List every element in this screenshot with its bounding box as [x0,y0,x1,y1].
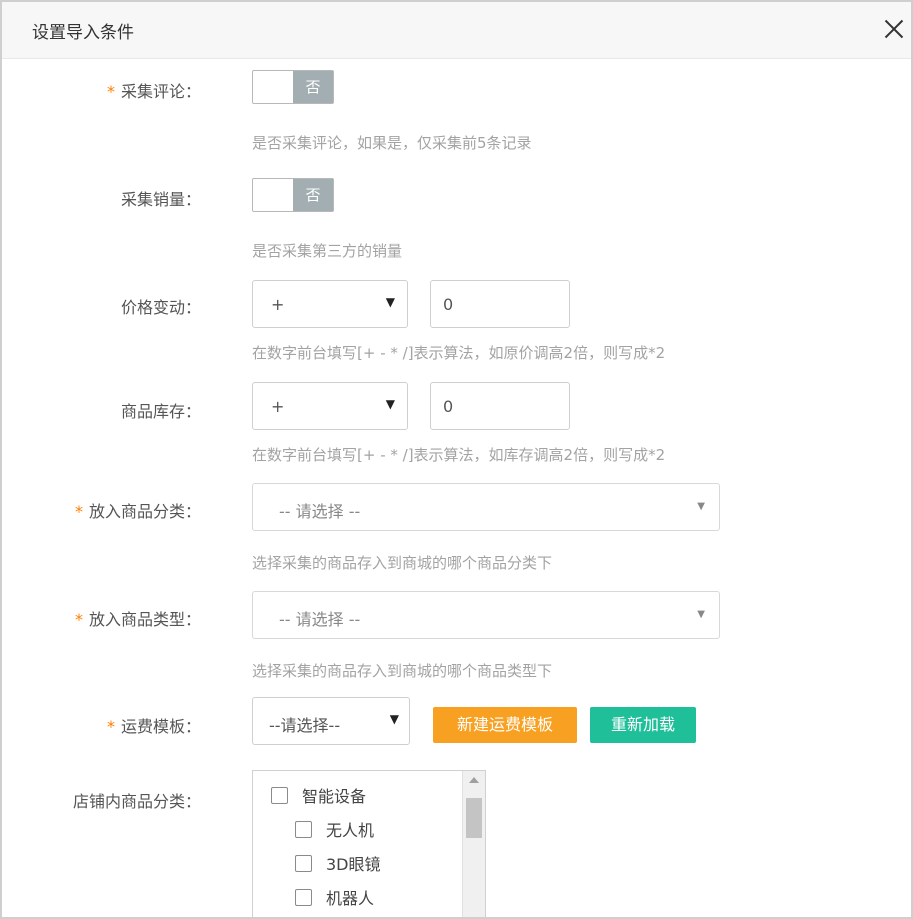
tree-item-label: 3D眼镜 [326,855,381,874]
tree-item-label: 机器人 [326,889,375,908]
caret-down-icon: ▼ [697,501,705,512]
price-operator-select[interactable]: + ▼ [252,280,408,328]
scroll-up-arrow-icon[interactable] [469,777,479,783]
caret-down-icon: ▼ [697,609,705,620]
tree-item-label: 无人机 [326,821,375,840]
caret-down-icon: ▼ [389,712,399,726]
stock-value: 0 [443,397,454,416]
required-mark: * [74,610,83,629]
collect-sales-label: 采集销量： [120,190,201,209]
shipping-template-label-text: 运费模板： [120,717,201,736]
price-operator-value: + [271,295,285,314]
dialog-title: 设置导入条件 [32,23,134,43]
tree-item-3d-glasses[interactable]: 3D眼镜 [295,851,381,875]
tree-item-smart-devices[interactable]: 智能设备 [271,783,366,807]
category-select[interactable]: -- 请选择 -- ▼ [252,483,720,531]
required-mark: * [106,717,115,736]
collect-comments-toggle[interactable]: 否 [252,70,334,104]
store-category-label: 店铺内商品分类： [72,792,201,811]
shipping-template-selected-value: --请选择-- [269,716,341,735]
stock-operator-select[interactable]: + ▼ [252,382,408,430]
checkbox[interactable] [295,855,312,872]
product-type-label: * 放入商品类型： [75,606,201,630]
collect-comments-label-text: 采集评论： [120,82,201,101]
category-selected-value: -- 请选择 -- [279,502,361,521]
tree-item-robot[interactable]: 机器人 [295,885,374,909]
checkbox[interactable] [295,821,312,838]
toggle-off-label: 否 [293,179,333,211]
price-change-label: 价格变动： [120,298,201,317]
category-label: * 放入商品分类： [75,498,201,522]
collect-sales-hint: 是否采集第三方的销量 [252,242,403,260]
import-conditions-dialog: 设置导入条件 * 采集评论： 否 是否采集评论，如果是，仅采集前5条记录 采集销量… [0,0,913,919]
shipping-template-label: * 运费模板： [107,713,201,737]
required-mark: * [74,502,83,521]
checkbox[interactable] [271,787,288,804]
new-shipping-template-button[interactable]: 新建运费模板 [433,707,577,743]
collect-sales-toggle[interactable]: 否 [252,178,334,212]
dialog-header: 设置导入条件 [2,2,911,59]
shipping-template-select[interactable]: --请选择-- ▼ [252,697,410,745]
tree-scrollbar[interactable] [462,771,485,917]
stock-label: 商品库存： [120,402,201,421]
caret-down-icon: ▼ [385,397,395,411]
product-type-label-text: 放入商品类型： [88,610,201,629]
product-type-selected-value: -- 请选择 -- [279,610,361,629]
price-change-input[interactable]: 0 [430,280,570,328]
category-label-text: 放入商品分类： [88,502,201,521]
product-type-hint: 选择采集的商品存入到商城的哪个商品类型下 [252,662,553,680]
price-change-hint: 在数字前台填写[+ - * /]表示算法，如原价调高2倍，则写成*2 [252,344,666,362]
toggle-off-label: 否 [293,71,333,103]
category-hint: 选择采集的商品存入到商城的哪个商品分类下 [252,554,553,572]
stock-operator-value: + [271,397,285,416]
collect-comments-hint: 是否采集评论，如果是，仅采集前5条记录 [252,134,532,152]
caret-down-icon: ▼ [385,295,395,309]
checkbox[interactable] [295,889,312,906]
stock-hint: 在数字前台填写[+ - * /]表示算法，如库存调高2倍，则写成*2 [252,446,666,464]
stock-input[interactable]: 0 [430,382,570,430]
scrollbar-thumb[interactable] [466,798,482,838]
product-type-select[interactable]: -- 请选择 -- ▼ [252,591,720,639]
close-icon[interactable] [881,16,907,42]
tree-item-drone[interactable]: 无人机 [295,817,374,841]
collect-comments-label: * 采集评论： [107,78,201,102]
reload-button[interactable]: 重新加载 [590,707,696,743]
required-mark: * [106,82,115,101]
store-category-tree[interactable]: 智能设备 无人机 3D眼镜 机器人 [252,770,486,917]
price-change-value: 0 [443,295,454,314]
tree-item-label: 智能设备 [302,787,367,806]
